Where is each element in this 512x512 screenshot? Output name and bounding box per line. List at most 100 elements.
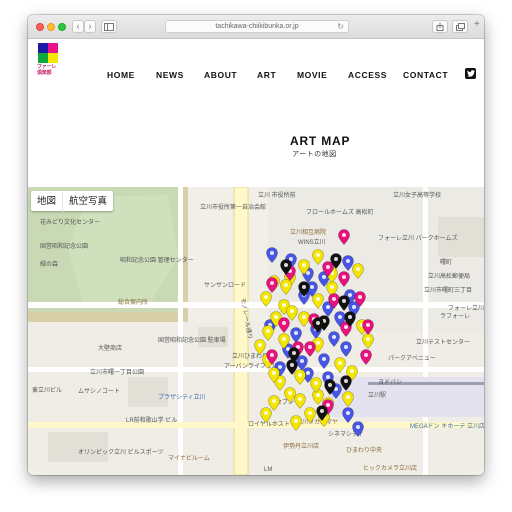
art-marker-black[interactable] (316, 405, 328, 421)
art-marker-blue[interactable] (266, 247, 278, 263)
map-label: 昭和記念公園 管理センター (120, 258, 194, 264)
map-label: 国営昭和記念公園 (40, 244, 89, 250)
art-marker-yellow[interactable] (268, 395, 280, 411)
forward-arrow-icon: › (88, 21, 92, 31)
reload-icon[interactable]: ↻ (337, 21, 344, 32)
map-label: パークアベニュー (388, 356, 436, 362)
art-marker-yellow[interactable] (290, 415, 302, 431)
art-marker-black[interactable] (324, 379, 336, 395)
art-marker-black[interactable] (344, 311, 356, 327)
zoom-window-button[interactable] (58, 23, 66, 31)
logo-block-green (38, 53, 48, 63)
site-logo[interactable] (38, 43, 58, 63)
back-button[interactable]: ‹ (72, 20, 84, 33)
share-icon (436, 22, 444, 31)
map-label: MEGAドン キホーテ 立川店 (410, 424, 484, 430)
nav-access[interactable]: ACCESS (348, 70, 387, 80)
section-subtitle: アートの地図 (292, 151, 337, 158)
nav-contact[interactable]: CONTACT (403, 70, 448, 80)
art-marker-black[interactable] (330, 253, 342, 269)
art-map[interactable]: 地図 航空写真 花みどり文化センター 国営昭和記念公園 昭和記念公園 管理センター… (28, 187, 484, 475)
map-label: オリンピック立川 ビルスポーツ (78, 450, 164, 456)
map-label: 立川市役所第一自治会館 (200, 205, 267, 211)
art-marker-magenta[interactable] (362, 319, 374, 335)
art-marker-black[interactable] (286, 359, 298, 375)
map-label: 立川女子高等学校 (393, 193, 442, 199)
art-marker-yellow[interactable] (342, 391, 354, 407)
art-marker-yellow[interactable] (334, 357, 346, 373)
art-marker-magenta[interactable] (266, 349, 278, 365)
art-marker-blue[interactable] (352, 421, 364, 437)
map-label: ヨドバシ (378, 380, 403, 386)
url-text: tachikawa-chiikibunka.or.jp (215, 23, 299, 30)
map-type-map[interactable]: 地図 (31, 192, 62, 212)
art-marker-magenta[interactable] (266, 277, 278, 293)
minimize-window-button[interactable] (47, 23, 55, 31)
map-label: 立川 市役所前 (258, 193, 296, 199)
art-marker-magenta[interactable] (304, 341, 316, 357)
sunsun-road (28, 302, 484, 308)
art-marker-yellow[interactable] (260, 291, 272, 307)
map-label: 花みどり文化センター (40, 220, 101, 226)
art-marker-black[interactable] (312, 317, 324, 333)
art-marker-black[interactable] (298, 281, 310, 297)
map-type-control[interactable]: 地図 航空写真 (31, 191, 114, 212)
art-marker-yellow[interactable] (298, 259, 310, 275)
art-marker-yellow[interactable] (268, 367, 280, 383)
art-marker-blue[interactable] (340, 341, 352, 357)
map-label: 立川市曙町三丁目 (424, 288, 473, 294)
art-marker-yellow[interactable] (310, 377, 322, 393)
art-marker-black[interactable] (280, 259, 292, 275)
map-label: ムサシノコート (78, 389, 121, 395)
map-label: 大壁商店 (98, 346, 123, 352)
map-base (28, 187, 484, 475)
map-label: ヒックカメラ立川店 (363, 466, 418, 472)
address-bar[interactable]: tachikawa-chiikibunka.or.jp ↻ (165, 20, 349, 33)
art-marker-blue[interactable] (318, 353, 330, 369)
art-marker-yellow[interactable] (362, 333, 374, 349)
map-label: フロールホームズ 高松町 (306, 210, 374, 216)
nav-news[interactable]: NEWS (156, 70, 184, 80)
art-marker-yellow[interactable] (280, 279, 292, 295)
close-window-button[interactable] (36, 23, 44, 31)
map-label: WINS立川 (298, 240, 326, 246)
sidebar-icon (104, 23, 114, 31)
tabs-button[interactable] (452, 20, 468, 33)
forward-button[interactable]: › (84, 20, 96, 33)
art-marker-blue[interactable] (328, 331, 340, 347)
new-tab-button[interactable]: + (474, 19, 480, 30)
art-marker-black[interactable] (340, 375, 352, 391)
nav-art[interactable]: ART (257, 70, 276, 80)
map-label: 立川相互病院 (290, 230, 327, 236)
back-arrow-icon: ‹ (76, 21, 80, 31)
art-marker-magenta[interactable] (338, 271, 350, 287)
art-marker-magenta[interactable] (338, 229, 350, 245)
section-title: ART MAP (290, 134, 351, 148)
browser-window: ‹ › tachikawa-chiikibunka.or.jp ↻ + ファーレ… (28, 15, 484, 475)
nav-home[interactable]: HOME (107, 70, 135, 80)
art-marker-magenta[interactable] (360, 349, 372, 365)
map-label: ラフォーレ (440, 314, 471, 320)
art-marker-magenta[interactable] (354, 291, 366, 307)
map-label: LM (264, 467, 273, 473)
website: ファーレ 倶楽部 HOME NEWS ABOUT ART MOVIE ACCES… (28, 39, 484, 475)
art-marker-yellow[interactable] (352, 263, 364, 279)
map-label: 立川高松郵便局 (428, 274, 471, 280)
map-label: 立川市曙一丁目公園 (90, 370, 145, 376)
share-button[interactable] (432, 20, 448, 33)
art-marker-yellow[interactable] (312, 293, 324, 309)
nav-about[interactable]: ABOUT (204, 70, 237, 80)
map-type-satellite[interactable]: 航空写真 (62, 192, 113, 212)
sidebar-toggle-button[interactable] (101, 20, 117, 33)
art-marker-black[interactable] (338, 295, 350, 311)
logo-block-yellow (48, 53, 58, 63)
map-label: LR前和歌山学 ビル (126, 418, 178, 424)
browser-titlebar: ‹ › tachikawa-chiikibunka.or.jp ↻ + (28, 15, 484, 39)
art-marker-magenta[interactable] (278, 317, 290, 333)
nav-movie[interactable]: MOVIE (297, 70, 327, 80)
map-label: 伊勢丹立川店 (283, 444, 320, 450)
twitter-icon[interactable] (465, 68, 476, 79)
art-marker-yellow[interactable] (304, 407, 316, 423)
map-label: ひまわり中央 (346, 448, 383, 454)
map-label: 総合案内所 (118, 300, 149, 306)
